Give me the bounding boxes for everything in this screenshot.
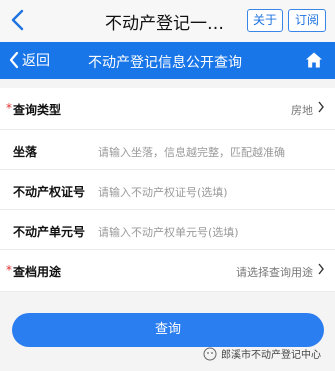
- about-button[interactable]: 关于: [247, 9, 283, 32]
- field-value: 房地: [291, 104, 313, 117]
- field-label: 查询类型: [13, 103, 62, 117]
- field-query-purpose[interactable]: * 查档用途 请选择查询用途: [0, 250, 335, 292]
- unit-number-input[interactable]: 请输入不动产权单元号(选填): [98, 224, 239, 240]
- back-arrow-icon[interactable]: [8, 8, 28, 32]
- field-label: 不动产权证号: [13, 185, 86, 199]
- subscribe-button[interactable]: 订阅: [288, 9, 326, 32]
- watermark: 郎溪市不动产登记中心: [203, 346, 321, 361]
- chevron-right-icon: [318, 263, 324, 275]
- location-input[interactable]: 请输入坐落，信息越完整，匹配越准确: [98, 144, 285, 160]
- chevron-left-icon: [9, 51, 19, 69]
- chevron-right-icon: [318, 101, 324, 113]
- query-form: * 查询类型 房地 坐落 请输入坐落，信息越完整，匹配越准确 不动产权证号 请输…: [0, 88, 335, 292]
- certificate-number-input[interactable]: 请输入不动产权证号(选填): [98, 184, 228, 200]
- page-title: 不动产登记信息公开查询: [88, 55, 242, 71]
- field-label: 不动产单元号: [13, 225, 86, 239]
- field-query-type[interactable]: * 查询类型 房地: [0, 88, 335, 130]
- query-button[interactable]: 查询: [12, 313, 324, 347]
- page-nav-bar: 返回 不动产登记信息公开查询: [0, 42, 335, 79]
- required-mark: *: [6, 263, 12, 277]
- back-button[interactable]: 返回: [8, 50, 50, 70]
- wechat-title-bar: 不动产登记一… 关于 订阅: [0, 0, 335, 42]
- watermark-text: 郎溪市不动产登记中心: [221, 350, 321, 361]
- home-icon[interactable]: [305, 51, 323, 69]
- field-unit-number: 不动产单元号 请输入不动产权单元号(选填): [0, 210, 335, 250]
- required-mark: *: [6, 101, 12, 115]
- field-label: 查档用途: [13, 265, 62, 279]
- wechat-logo-icon: [203, 347, 217, 360]
- wechat-title: 不动产登记一…: [105, 14, 224, 34]
- field-value: 请选择查询用途: [236, 266, 313, 279]
- field-location: 坐落 请输入坐落，信息越完整，匹配越准确: [0, 130, 335, 170]
- field-certificate-number: 不动产权证号 请输入不动产权证号(选填): [0, 170, 335, 210]
- back-label: 返回: [22, 53, 50, 69]
- field-label: 坐落: [13, 145, 38, 159]
